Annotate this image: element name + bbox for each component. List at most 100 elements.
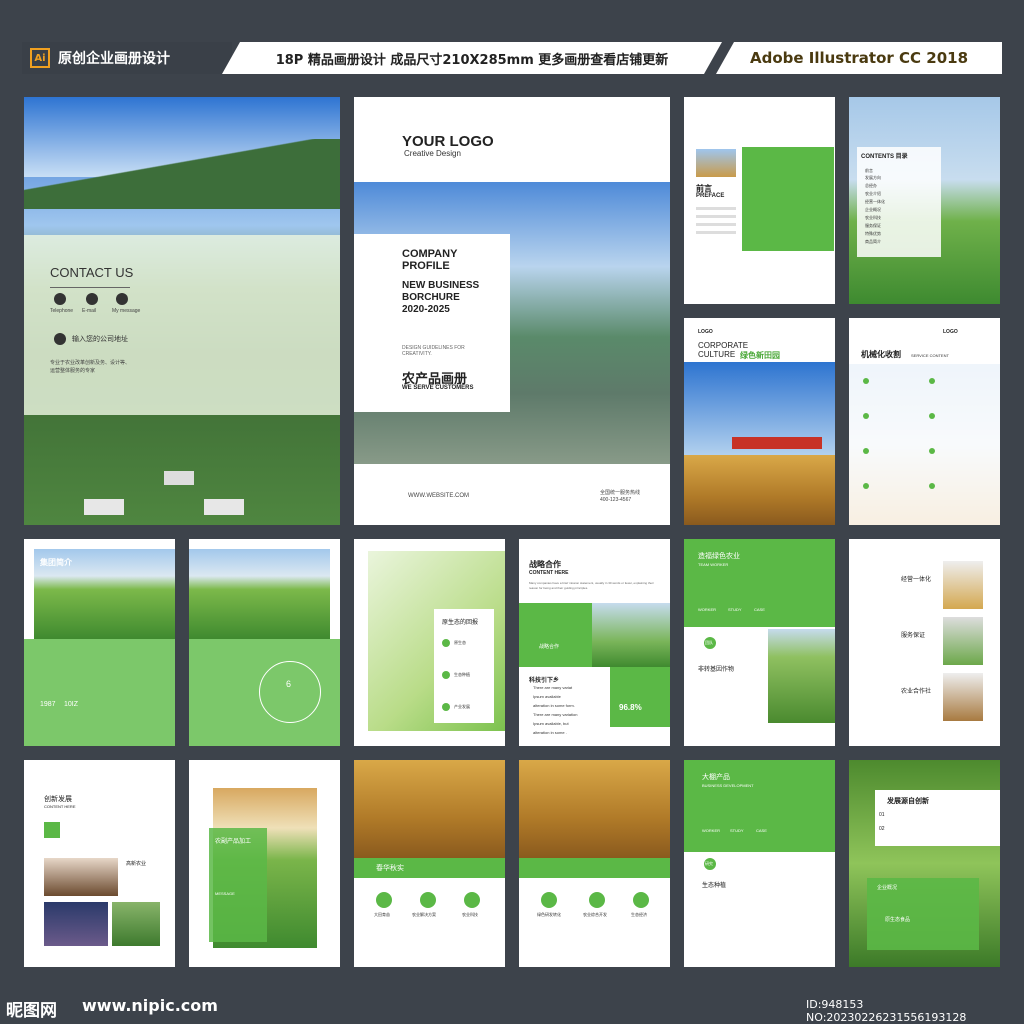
page-eco: 原生态的回报 原生态 生态种植 产业发展 [354, 539, 505, 746]
contents-item-4: 经营一体化 [865, 199, 885, 204]
cover-title3: NEW BUSINESS BORCHURE 2020-2025 [402, 280, 480, 315]
business-badge: 研究 [705, 861, 713, 866]
contents-panel: CONTENTS 目录 前言 发展方向 总经办 农业介绍 经营一体化 企业概况 … [857, 147, 941, 257]
business-tab-0: WORKER [702, 828, 720, 833]
page-contents: CONTENTS 目录 前言 发展方向 总经办 农业介绍 经营一体化 企业概况 … [849, 97, 1000, 304]
business-sub: BUSINESS DEVELOPMENT [702, 783, 754, 788]
eco-title: 原生态的回报 [442, 620, 479, 626]
business-tab-2: CASE [756, 828, 767, 833]
strategy-title: 战略合作 [529, 560, 561, 569]
source-n1: 01 [879, 812, 885, 818]
cover-logo: YOUR LOGO [402, 133, 494, 150]
page-machine: LOGO 机械化收割 SERVICE CONTENT [849, 318, 1000, 525]
strategy-tech: 科技引下乡 [529, 678, 560, 684]
machine-title: 机械化收割 [861, 350, 901, 359]
harvester [732, 437, 822, 449]
innovate-sub: CONTENT HERE [44, 804, 76, 809]
cover-website: WWW.WEBSITE.COM [408, 493, 469, 499]
footer-site: www.nipic.com [82, 996, 218, 1015]
page-culture: LOGO CORPORATE CULTURE 绿色新田园 [684, 318, 835, 525]
source-panel: 发展源自创新 01 02 [875, 790, 1000, 846]
contents-title: CONTENTS 目录 [861, 154, 908, 160]
page-group: 集团简介 1987 10IZ [24, 539, 175, 746]
strategy-bullet-1: Ipsum available [533, 694, 561, 699]
preface-en: PREFACE [696, 193, 725, 199]
contents-item-3: 农业介绍 [865, 191, 881, 196]
group-year-1: 1987 [40, 701, 56, 708]
group-title: 集团简介 [40, 558, 72, 567]
contact-panel: CONTACT US Telephone E-mail My message 输… [24, 235, 340, 415]
header-left-text: 原创企业画册设计 [58, 51, 170, 67]
team-label: 非转基因作物 [698, 667, 735, 673]
innovate-title: 创新发展 [44, 796, 72, 803]
page-contact: CONTACT US Telephone E-mail My message 输… [24, 97, 340, 525]
business-tab-1: STUDY [730, 828, 744, 833]
page-strategy: 战略合作 CONTENT HERE Many companies have a … [519, 539, 670, 746]
process-message: MESSAGE [215, 891, 235, 896]
business-title: 大棚产品 [702, 774, 730, 781]
source-label-1: 企业概况 [877, 885, 898, 891]
contact-address: 输入您的公司地址 [72, 336, 128, 343]
page-process: 农副产品加工 MESSAGE [189, 760, 340, 967]
header-middle: 18P 精品画册设计 成品尺寸210X285mm 更多画册查看店铺更新 [222, 42, 722, 74]
page-cover: YOUR LOGO Creative Design COMPANY PROFIL… [354, 97, 670, 525]
eco-panel: 原生态的回报 原生态 生态种植 产业发展 [434, 609, 494, 723]
feature-1: 服务保证 [901, 633, 926, 639]
contact-title: CONTACT US [50, 265, 134, 280]
strategy-sub: CONTENT HERE [529, 570, 569, 576]
page-harvest: 春华秋实 大田育苗 农业解决方案 农业科技 [354, 760, 505, 967]
strategy-label: 战略合作 [539, 644, 560, 650]
mail-icon [86, 293, 98, 305]
cover-serve: WE SERVE CUSTOMERS [402, 385, 474, 391]
strategy-bullet-3: There are many variation [533, 712, 578, 717]
label-telephone: Telephone [50, 308, 74, 314]
contents-item-7: 服务保证 [865, 223, 881, 228]
cover-logo-sub: Creative Design [404, 149, 461, 158]
eco-item-2: 产业发展 [454, 704, 470, 709]
cover-phone: 400-123-4567 [600, 497, 632, 503]
message-icon [116, 293, 128, 305]
phone-icon [54, 293, 66, 305]
machine-logo: LOGO [943, 329, 958, 335]
team-tab-0: WORKER [698, 607, 716, 612]
feature-2: 农业合作社 [901, 689, 932, 695]
contents-item-2: 总经办 [865, 183, 877, 188]
team-tab-1: STUDY [728, 607, 742, 612]
cover-title-panel: COMPANY PROFILE NEW BUSINESS BORCHURE 20… [354, 234, 510, 412]
cover-hotline: 全国统一服务热线 [600, 490, 641, 496]
strategy-bullet-2: alteration in some form. [533, 703, 575, 708]
header-left: Ai 原创企业画册设计 [22, 42, 232, 74]
strategy-percent: 96.8% [619, 703, 642, 712]
team-tab-2: CASE [754, 607, 765, 612]
source-title: 发展源自创新 [887, 798, 929, 805]
label-email: E-mail [82, 308, 97, 314]
page-harvest-2: 绿色研发转化 农业综合开发 生态经济 [519, 760, 670, 967]
source-label-2: 原生态食品 [885, 917, 911, 923]
contents-item-8: 特殊优势 [865, 231, 881, 236]
group-year-2: 10IZ [64, 701, 79, 708]
cover-title1: COMPANY [402, 248, 458, 260]
team-badge: 团队 [705, 640, 713, 645]
harvest2-item-2: 生态经济 [631, 912, 647, 917]
illustrator-icon: Ai [30, 48, 50, 68]
team-title: 造福绿色农业 [698, 553, 740, 560]
contents-item-0: 前言 [865, 168, 873, 173]
page-source: 发展源自创新 01 02 企业概况 原生态食品 [849, 760, 1000, 967]
contact-desc: 专业于农业改革创新及务、设计等、运营整体服务的专家 [50, 360, 131, 374]
strategy-bullet-5: alteration in some . [533, 730, 567, 735]
innovate-label: 高新农业 [126, 861, 147, 867]
culture-logo: LOGO [698, 329, 713, 335]
harvest2-item-1: 农业综合开发 [583, 912, 607, 917]
cover-title2: PROFILE [402, 260, 450, 272]
page-team: 造福绿色农业 TEAM WORKER WORKER STUDY CASE 团队 … [684, 539, 835, 746]
contents-item-5: 企业概况 [865, 207, 881, 212]
label-message: My message [112, 308, 141, 314]
harvest-title: 春华秋实 [376, 865, 404, 872]
contents-item-6: 农业科技 [865, 215, 881, 220]
strategy-bullet-0: There are many variat [533, 685, 573, 690]
feature-0: 经营一体化 [901, 577, 932, 583]
contents-item-1: 发展方向 [865, 175, 881, 180]
eco-item-0: 原生态 [454, 640, 466, 645]
page-cycle: 6 [189, 539, 340, 746]
location-icon [54, 333, 66, 345]
